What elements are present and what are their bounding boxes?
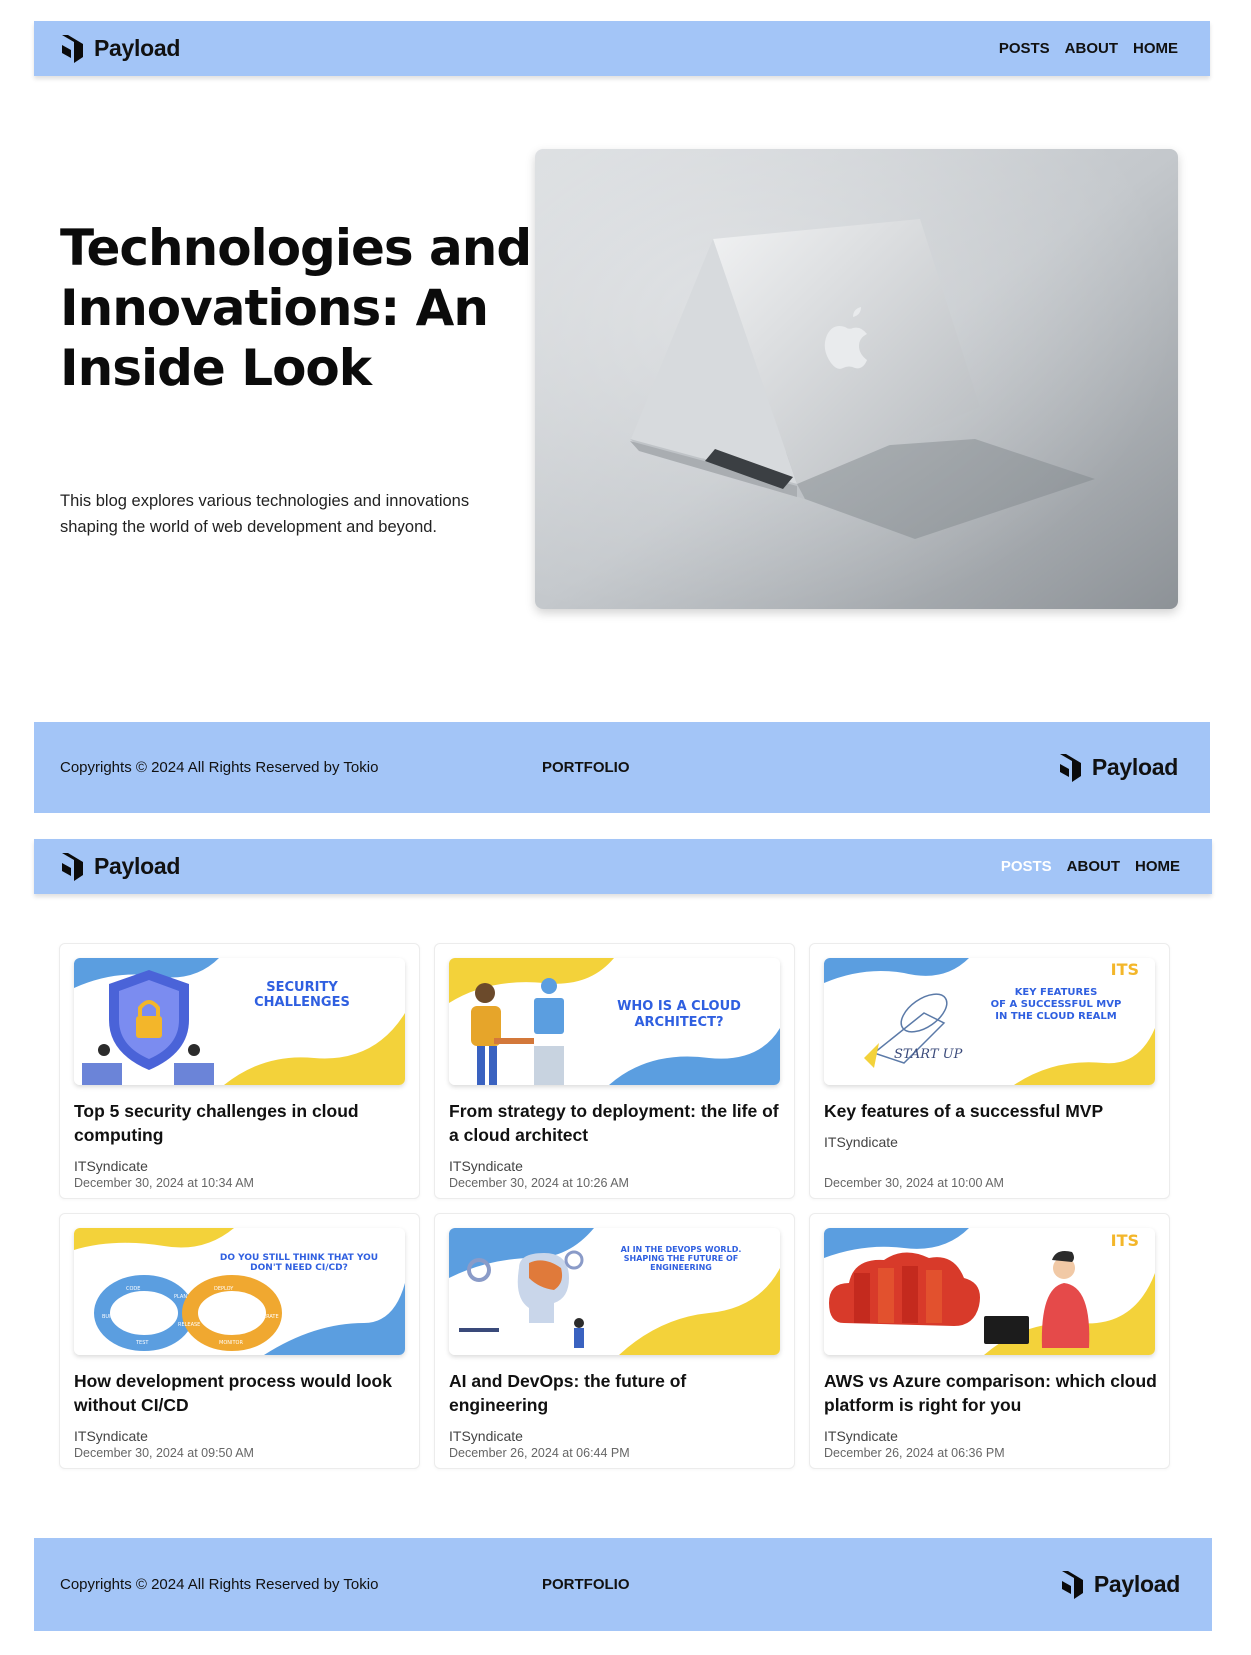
navbar-logo[interactable]: Payload bbox=[60, 33, 180, 65]
post-author: ITSyndicate bbox=[449, 1158, 523, 1174]
post-card[interactable]: WHO IS A CLOUD ARCHITECT? From strategy … bbox=[434, 943, 795, 1199]
post-author: ITSyndicate bbox=[449, 1428, 523, 1444]
post-title[interactable]: AI and DevOps: the future of engineering bbox=[449, 1369, 784, 1417]
thumb-label: MONITOR bbox=[219, 1340, 243, 1346]
footer-logo[interactable]: Payload bbox=[1058, 752, 1178, 784]
nav-about-link[interactable]: ABOUT bbox=[1067, 858, 1120, 875]
posts-nav: POSTS ABOUT HOME bbox=[1001, 858, 1180, 875]
post-date: December 26, 2024 at 06:36 PM bbox=[824, 1446, 1005, 1460]
thumb-text: ARCHITECT? bbox=[634, 1015, 723, 1030]
post-card[interactable]: AI IN THE DEVOPS WORLD. SHAPING THE FUTU… bbox=[434, 1213, 795, 1469]
thumb-text: SECURITY bbox=[266, 980, 338, 995]
thumb-label: OPERATE bbox=[256, 1314, 279, 1320]
post-date: December 30, 2024 at 10:00 AM bbox=[824, 1176, 1004, 1190]
nav-about-link[interactable]: ABOUT bbox=[1065, 40, 1118, 57]
post-title[interactable]: From strategy to deployment: the life of… bbox=[449, 1099, 784, 1147]
thumb-label: CODE bbox=[126, 1286, 140, 1292]
post-thumbnail: CODE BUILD TEST PLAN RELEASE DEPLOY OPER… bbox=[74, 1228, 405, 1355]
thumb-label: BUILD bbox=[102, 1314, 117, 1320]
logo-text: Payload bbox=[94, 35, 181, 61]
post-thumbnail: AI IN THE DEVOPS WORLD. SHAPING THE FUTU… bbox=[449, 1228, 780, 1355]
post-thumbnail: ITS KEY FEATURES OF A SUCCESSFUL MVP IN … bbox=[824, 958, 1155, 1085]
post-author: ITSyndicate bbox=[74, 1158, 148, 1174]
payload-logo-icon bbox=[1059, 753, 1081, 782]
post-author: ITSyndicate bbox=[824, 1134, 898, 1150]
footer-portfolio-link[interactable]: PORTFOLIO bbox=[542, 1576, 630, 1593]
top-nav: POSTS ABOUT HOME bbox=[999, 40, 1178, 57]
post-card[interactable]: ITS AWS vs Azure comparison: which cloud… bbox=[809, 1213, 1170, 1469]
top-footer: Copyrights © 2024 All Rights Reserved by… bbox=[34, 722, 1210, 813]
hero-description: This blog explores various technologies … bbox=[60, 492, 470, 536]
thumb-text: CHALLENGES bbox=[254, 995, 350, 1010]
post-card[interactable]: SECURITY CHALLENGES Top 5 security chall… bbox=[59, 943, 420, 1199]
thumb-text: OF A SUCCESSFUL MVP bbox=[991, 999, 1122, 1010]
post-author: ITSyndicate bbox=[824, 1428, 898, 1444]
nav-posts-link[interactable]: POSTS bbox=[1001, 858, 1052, 875]
thumb-brand: ITS bbox=[1111, 1231, 1139, 1250]
post-title[interactable]: Top 5 security challenges in cloud compu… bbox=[74, 1099, 409, 1147]
logo-text: Payload bbox=[1091, 754, 1178, 780]
thumb-text: DO YOU STILL THINK THAT YOU bbox=[220, 1253, 378, 1263]
thumb-text: AI IN THE DEVOPS WORLD. bbox=[621, 1245, 742, 1254]
post-date: December 30, 2024 at 09:50 AM bbox=[74, 1446, 254, 1460]
top-navbar: Payload POSTS ABOUT HOME bbox=[34, 21, 1210, 76]
post-thumbnail: ITS bbox=[824, 1228, 1155, 1355]
hero-title: Technologies and Innovations: An Inside … bbox=[60, 219, 532, 397]
thumb-label: PLAN bbox=[174, 1294, 187, 1300]
post-card[interactable]: ITS KEY FEATURES OF A SUCCESSFUL MVP IN … bbox=[809, 943, 1170, 1199]
logo-text: Payload bbox=[94, 853, 181, 879]
footer-logo[interactable]: Payload bbox=[1060, 1569, 1180, 1601]
post-thumbnail: WHO IS A CLOUD ARCHITECT? bbox=[449, 958, 780, 1085]
payload-logo-icon bbox=[62, 852, 83, 881]
footer-copyright: Copyrights © 2024 All Rights Reserved by… bbox=[60, 759, 379, 776]
thumb-text: WHO IS A CLOUD bbox=[617, 999, 741, 1014]
navbar-logo[interactable]: Payload bbox=[60, 851, 180, 883]
nav-home-link[interactable]: HOME bbox=[1135, 858, 1180, 875]
post-title[interactable]: Key features of a successful MVP bbox=[824, 1099, 1159, 1123]
thumb-label: TEST bbox=[135, 1340, 149, 1346]
hero-laptop-image bbox=[535, 149, 1178, 609]
payload-logo-icon bbox=[1061, 1570, 1083, 1599]
thumb-label: DEPLOY bbox=[214, 1286, 234, 1292]
thumb-label: RELEASE bbox=[178, 1322, 200, 1328]
post-card[interactable]: CODE BUILD TEST PLAN RELEASE DEPLOY OPER… bbox=[59, 1213, 420, 1469]
thumb-text: IN THE CLOUD REALM bbox=[995, 1011, 1116, 1022]
thumb-text: DON'T NEED CI/CD? bbox=[250, 1263, 348, 1273]
logo-text: Payload bbox=[1093, 1571, 1180, 1597]
posts-navbar: Payload POSTS ABOUT HOME bbox=[34, 839, 1212, 894]
thumb-text: ENGINEERING bbox=[650, 1263, 712, 1272]
thumb-sketch-text: START UP bbox=[894, 1047, 963, 1062]
nav-home-link[interactable]: HOME bbox=[1133, 40, 1178, 57]
footer-portfolio-link[interactable]: PORTFOLIO bbox=[542, 759, 630, 776]
post-date: December 26, 2024 at 06:44 PM bbox=[449, 1446, 630, 1460]
post-date: December 30, 2024 at 10:34 AM bbox=[74, 1176, 254, 1190]
post-title[interactable]: How development process would look witho… bbox=[74, 1369, 409, 1417]
thumb-brand: ITS bbox=[1111, 960, 1139, 979]
thumb-text: SHAPING THE FUTURE OF bbox=[624, 1254, 739, 1263]
post-thumbnail: SECURITY CHALLENGES bbox=[74, 958, 405, 1085]
nav-posts-link[interactable]: POSTS bbox=[999, 40, 1050, 57]
post-author: ITSyndicate bbox=[74, 1428, 148, 1444]
thumb-text: KEY FEATURES bbox=[1015, 987, 1098, 998]
post-date: December 30, 2024 at 10:26 AM bbox=[449, 1176, 629, 1190]
footer-copyright: Copyrights © 2024 All Rights Reserved by… bbox=[60, 1576, 379, 1593]
post-title[interactable]: AWS vs Azure comparison: which cloud pla… bbox=[824, 1369, 1159, 1417]
posts-footer: Copyrights © 2024 All Rights Reserved by… bbox=[34, 1538, 1212, 1631]
payload-logo-icon bbox=[62, 34, 83, 63]
